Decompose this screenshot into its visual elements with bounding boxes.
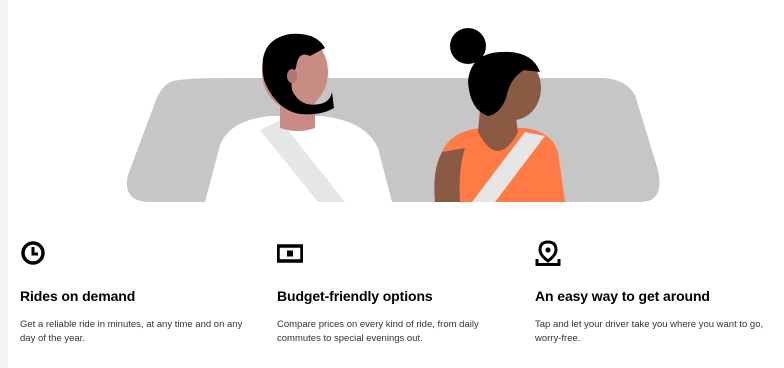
hero-illustration bbox=[126, 28, 660, 202]
car-window bbox=[126, 78, 660, 202]
feature-description: Tap and let your driver take you where y… bbox=[535, 319, 764, 344]
man-ear bbox=[287, 69, 297, 83]
heading-fragment bbox=[20, 0, 60, 8]
clock-icon bbox=[21, 241, 45, 265]
cash-icon bbox=[277, 244, 303, 263]
feature-description: Get a reliable ride in minutes, at any t… bbox=[20, 319, 243, 344]
woman-hair-bun bbox=[450, 28, 486, 64]
feature-budget-friendly: Budget-friendly options Compare prices o… bbox=[277, 240, 527, 344]
feature-description: Compare prices on every kind of ride, fr… bbox=[277, 319, 479, 344]
map-pin-icon bbox=[535, 240, 561, 266]
feature-rides-on-demand: Rides on demand Get a reliable ride in m… bbox=[20, 240, 270, 344]
feature-easy-way: An easy way to get around Tap and let yo… bbox=[535, 240, 784, 344]
feature-title: Rides on demand bbox=[20, 288, 136, 304]
feature-title: An easy way to get around bbox=[535, 288, 710, 304]
feature-title: Budget-friendly options bbox=[277, 288, 433, 304]
page: Rides on demand Get a reliable ride in m… bbox=[0, 0, 784, 368]
left-rail bbox=[0, 0, 8, 368]
